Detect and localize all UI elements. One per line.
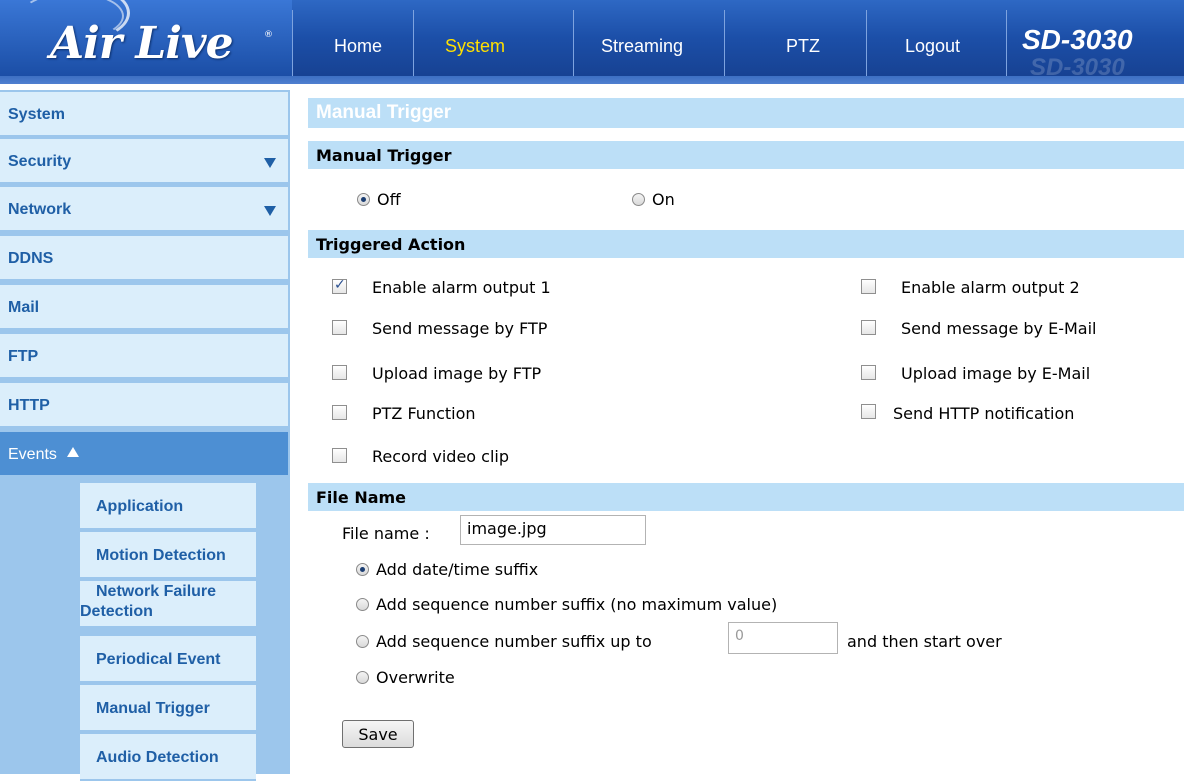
nav-home[interactable]: Home [334,36,382,57]
http-notification-label: Send HTTP notification [893,404,1075,423]
nav-system[interactable]: System [445,36,505,57]
registered-mark: ® [264,30,273,40]
expand-down-icon [264,158,276,168]
http-notification-checkbox[interactable] [861,404,876,419]
alarm-output-1-checkbox[interactable] [332,277,347,294]
submenu-item-label: Manual Trigger [96,700,210,717]
expand-down-icon [264,206,276,216]
sidebar-item-label: DDNS [8,250,54,267]
trigger-on-label: On [652,190,675,209]
trigger-off-radio[interactable] [357,193,370,206]
email-message-label: Send message by E-Mail [901,319,1097,338]
nav-divider [292,10,293,76]
sidebar-item-label: Events [8,446,57,463]
ftp-message-checkbox[interactable] [332,320,347,335]
submenu-item-label: Detection [80,603,153,620]
submenu-item-label: Motion Detection [96,547,226,564]
section-header-manual-trigger: Manual Trigger [308,141,1184,169]
file-name-input[interactable]: image.jpg [460,515,646,545]
record-clip-label: Record video clip [372,447,509,466]
ftp-upload-checkbox[interactable] [332,365,347,380]
nav-streaming[interactable]: Streaming [601,36,683,57]
overwrite-label: Overwrite [376,668,455,687]
submenu-item-label: Audio Detection [96,749,219,766]
header-bar: Air Live ® Home System Streaming PTZ Log… [0,0,1184,84]
section-title: Triggered Action [316,235,466,254]
trigger-off-label: Off [377,190,401,209]
ftp-message-label: Send message by FTP [372,319,548,338]
seq-unlimited-radio[interactable] [356,598,369,611]
sidebar-item-ddns[interactable]: DDNS [0,236,288,281]
seq-limited-label: Add sequence number suffix up to [376,632,652,651]
sidebar-item-system[interactable]: System [0,92,288,137]
seq-max-input[interactable]: 0 [728,622,838,654]
section-header-file-name: File Name [308,483,1184,511]
submenu-item-motion-detection[interactable]: Motion Detection [80,532,256,579]
sidebar-item-events[interactable]: Events [0,432,288,477]
file-name-label: File name : [342,524,430,543]
page-title-bar: Manual Trigger [308,98,1184,128]
airlive-logo: Air Live ® [0,0,292,76]
sidebar-item-label: HTTP [8,397,50,414]
overwrite-radio[interactable] [356,671,369,684]
sidebar-item-security[interactable]: Security [0,139,288,184]
email-message-checkbox[interactable] [861,320,876,335]
nav-divider [1006,10,1007,76]
email-upload-checkbox[interactable] [861,365,876,380]
ftp-upload-label: Upload image by FTP [372,364,542,383]
nav-divider [866,10,867,76]
collapse-up-icon [66,447,79,457]
page-title: Manual Trigger [316,102,452,123]
nav-ptz[interactable]: PTZ [786,36,820,57]
sidebar-item-network[interactable]: Network [0,187,288,232]
record-clip-checkbox[interactable] [332,448,347,463]
trigger-on-radio[interactable] [632,193,645,206]
sidebar-item-mail[interactable]: Mail [0,285,288,330]
sidebar-item-label: Network [8,201,72,218]
submenu-item-label: Application [96,498,184,515]
ptz-function-label: PTZ Function [372,404,476,423]
sidebar-item-label: Mail [8,299,40,316]
sidebar-item-label: Security [8,153,72,170]
submenu-item-label: Periodical Event [96,651,221,668]
submenu-item-network-failure-detection[interactable]: Network Failure Detection [80,581,256,628]
sidebar: System Security Network DDNS Mail FTP HT… [0,90,290,781]
save-button[interactable]: Save [342,720,414,748]
sidebar-item-http[interactable]: HTTP [0,383,288,428]
nav-divider [413,10,414,76]
submenu-item-periodical-event[interactable]: Periodical Event [80,636,256,683]
seq-limited-radio[interactable] [356,635,369,648]
brand-name: Air Live [50,18,234,69]
submenu-item-manual-trigger[interactable]: Manual Trigger [80,685,256,732]
datetime-suffix-label: Add date/time suffix [376,560,539,579]
header-underline [0,76,1184,84]
alarm-output-2-checkbox[interactable] [861,279,876,294]
email-upload-label: Upload image by E-Mail [901,364,1091,383]
ptz-function-checkbox[interactable] [332,405,347,420]
alarm-output-1-label: Enable alarm output 1 [372,278,551,297]
sidebar-item-label: FTP [8,348,39,365]
sidebar-item-ftp[interactable]: FTP [0,334,288,379]
nav-logout[interactable]: Logout [905,36,960,57]
nav-divider [724,10,725,76]
submenu-item-label: Network Failure [96,583,217,600]
seq-unlimited-label: Add sequence number suffix (no maximum v… [376,595,778,614]
seq-after-label: and then start over [847,632,1002,651]
alarm-output-2-label: Enable alarm output 2 [901,278,1080,297]
section-header-triggered-action: Triggered Action [308,230,1184,258]
model-name: SD-3030 [1022,24,1133,55]
submenu-item-application[interactable]: Application [80,483,256,530]
section-title: Manual Trigger [316,146,452,165]
section-title: File Name [316,488,407,507]
sidebar-item-label: System [8,106,65,123]
datetime-suffix-radio[interactable] [356,563,369,576]
nav-divider [573,10,574,76]
